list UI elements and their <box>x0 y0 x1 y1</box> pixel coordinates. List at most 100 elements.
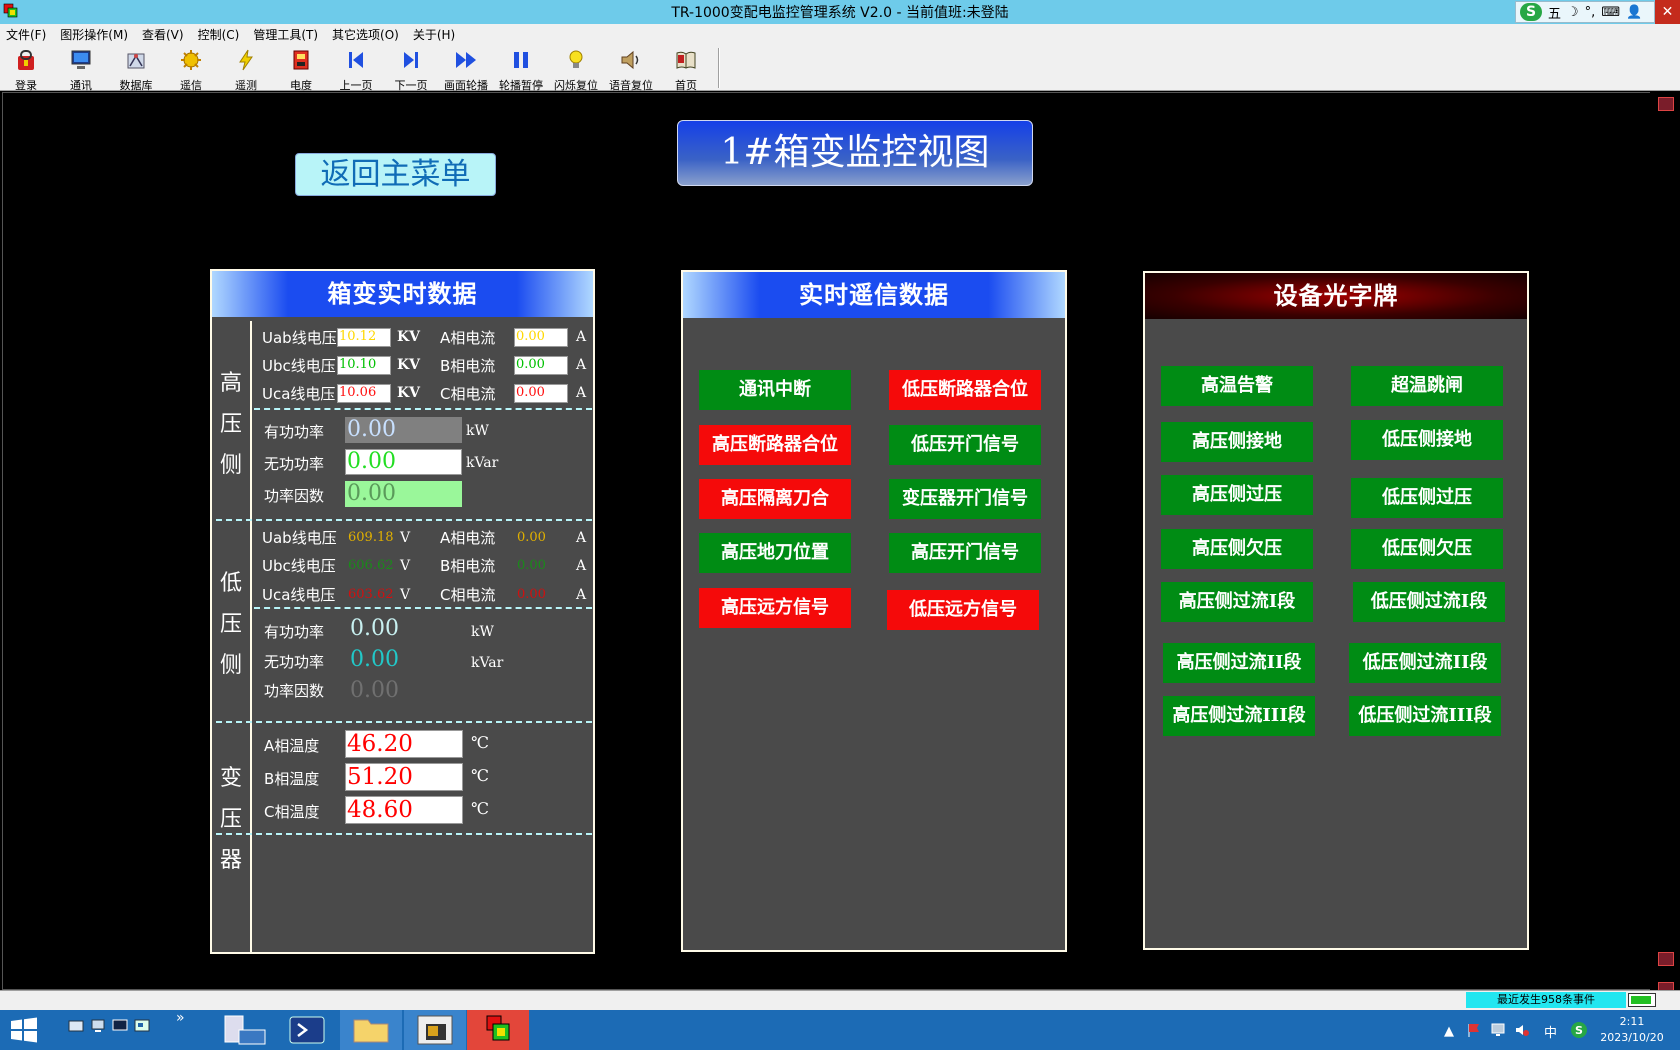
window-close-button[interactable]: ✕ <box>1655 0 1680 24</box>
comm-button[interactable]: 通讯 <box>55 46 107 92</box>
hv-power-factor-value: 0.00 <box>345 481 462 507</box>
telemetry-button[interactable]: 遥测 <box>220 46 272 92</box>
tray-overflow-arrow[interactable]: ▲ <box>1444 1024 1454 1039</box>
voice-reset-button[interactable]: 语音复位 <box>605 46 657 92</box>
powershell-icon[interactable] <box>276 1010 338 1050</box>
signal-hv-breaker-closed[interactable]: 高压断路器合位 <box>699 425 851 465</box>
signal-comm-interrupt[interactable]: 通讯中断 <box>699 370 851 410</box>
alarm-hv-ground[interactable]: 高压侧接地 <box>1161 422 1313 462</box>
tool-shortcut-icon[interactable] <box>134 1018 150 1034</box>
alarm-overtemp-trip[interactable]: 超温跳闸 <box>1351 366 1503 406</box>
input-method-indicator[interactable]: 中 <box>1544 1022 1557 1041</box>
previous-page-button[interactable]: 上一页 <box>330 46 382 92</box>
desktop-shortcut-icon[interactable] <box>68 1018 84 1034</box>
network-tray-icon[interactable] <box>1490 1022 1506 1038</box>
database-button[interactable]: 数据库 <box>110 46 162 92</box>
alarm-hv-overcurrent-2[interactable]: 高压侧过流II段 <box>1163 643 1315 683</box>
menu-view[interactable]: 查看(V) <box>142 26 184 43</box>
slideshow-pause-label: 轮播暂停 <box>499 79 543 92</box>
fast-forward-icon <box>456 52 476 68</box>
window-app-icon[interactable] <box>404 1010 466 1050</box>
flag-icon[interactable] <box>1658 97 1674 111</box>
divider <box>216 721 592 723</box>
lv-ib-value: 0.00 <box>517 558 546 573</box>
hv-active-power-label: 有功功率 <box>264 423 325 441</box>
back-to-main-menu-button[interactable]: 返回主菜单 <box>295 153 496 196</box>
slideshow-button[interactable]: 画面轮播 <box>440 46 492 92</box>
punctuation-icon[interactable]: °, <box>1585 5 1596 20</box>
half-width-icon[interactable]: ☽ <box>1567 5 1579 20</box>
lv-ic-unit: A <box>576 587 587 603</box>
signal-hv-door-open[interactable]: 高压开门信号 <box>889 533 1041 573</box>
menu-bar: 文件(F) 图形操作(M) 查看(V) 控制(C) 管理工具(T) 其它选项(O… <box>0 24 1680 44</box>
energy-button[interactable]: 电度 <box>275 46 327 92</box>
alarm-hv-overvoltage[interactable]: 高压侧过压 <box>1161 475 1313 515</box>
alarm-lv-overcurrent-3[interactable]: 低压侧过流III段 <box>1349 696 1501 736</box>
lv-side-label-2: 压 <box>219 612 242 637</box>
ime-mode-label[interactable]: 五 <box>1548 3 1561 22</box>
alarm-high-temp[interactable]: 高温告警 <box>1161 366 1313 406</box>
signal-hv-remote[interactable]: 高压远方信号 <box>699 588 851 628</box>
menu-control[interactable]: 控制(C) <box>198 26 240 43</box>
speaker-icon <box>621 50 639 70</box>
network-shortcut-icon[interactable] <box>90 1018 106 1034</box>
menu-other[interactable]: 其它选项(O) <box>332 26 399 43</box>
hv-side-label-3: 侧 <box>219 453 242 478</box>
sogou-ime-icon[interactable]: S <box>1520 3 1542 21</box>
lv-ic-value: 0.00 <box>517 587 546 602</box>
alarm-lv-undervoltage[interactable]: 低压侧欠压 <box>1351 529 1503 569</box>
tr1000-app-icon[interactable] <box>467 1010 529 1050</box>
tray-clock[interactable]: 2:11 2023/10/20 <box>1600 1014 1664 1046</box>
alarm-lv-overcurrent-2[interactable]: 低压侧过流II段 <box>1349 643 1501 683</box>
alarm-lv-overvoltage[interactable]: 低压侧过压 <box>1351 478 1503 518</box>
login-button[interactable]: 登录 <box>0 46 52 92</box>
realtime-data-panel: 箱变实时数据 高 压 侧 低 压 侧 变 压 器 Uab线电压 10.12 KV… <box>210 269 595 954</box>
hv-reactive-power-value: 0.00 <box>345 449 462 475</box>
signal-hv-earth-switch[interactable]: 高压地刀位置 <box>699 533 851 573</box>
sogou-tray-icon[interactable]: S <box>1570 1021 1588 1039</box>
keyboard-icon[interactable]: ⌨ <box>1601 5 1620 20</box>
lv-active-power-unit: kW <box>471 624 494 640</box>
alarm-lv-overcurrent-1[interactable]: 低压侧过流I段 <box>1353 582 1505 622</box>
signal-lv-remote[interactable]: 低压远方信号 <box>887 590 1039 630</box>
file-explorer-icon[interactable] <box>340 1010 402 1050</box>
next-page-button[interactable]: 下一页 <box>385 46 437 92</box>
signal-transformer-door-open[interactable]: 变压器开门信号 <box>889 479 1041 519</box>
menu-about[interactable]: 关于(H) <box>413 26 455 43</box>
temp-b-value: 51.20 <box>345 763 463 791</box>
flash-reset-button[interactable]: 闪烁复位 <box>550 46 602 92</box>
alarm-lv-ground[interactable]: 低压侧接地 <box>1351 420 1503 460</box>
alarm-hv-overcurrent-1[interactable]: 高压侧过流I段 <box>1161 582 1313 622</box>
divider <box>216 519 592 521</box>
annunciator-panel: 设备光字牌 高温告警 超温跳闸 高压侧接地 低压侧接地 高压侧过压 低压侧过压 … <box>1143 271 1529 950</box>
flag-icon[interactable] <box>1658 952 1674 966</box>
slideshow-pause-button[interactable]: 轮播暂停 <box>495 46 547 92</box>
menu-graphics[interactable]: 图形操作(M) <box>60 26 128 43</box>
lv-ubc-label: Ubc线电压 <box>262 557 336 575</box>
home-button[interactable]: 首页 <box>660 46 712 92</box>
volume-muted-icon[interactable] <box>1514 1022 1530 1038</box>
lv-ia-label: A相电流 <box>440 529 496 547</box>
menu-tools[interactable]: 管理工具(T) <box>253 26 318 43</box>
alarm-hv-overcurrent-3[interactable]: 高压侧过流III段 <box>1163 696 1315 736</box>
menu-file[interactable]: 文件(F) <box>6 26 46 43</box>
signal-lv-breaker-closed[interactable]: 低压断路器合位 <box>889 370 1041 410</box>
hv-ic-unit: A <box>576 385 587 401</box>
signal-lv-door-open[interactable]: 低压开门信号 <box>889 425 1041 465</box>
quicklaunch-overflow-chevron[interactable]: » <box>176 1010 185 1026</box>
remote-signal-button[interactable]: 遥信 <box>165 46 217 92</box>
user-icon[interactable]: 👤 <box>1626 5 1642 20</box>
login-label: 登录 <box>15 79 37 92</box>
temp-a-label: A相温度 <box>264 737 320 755</box>
comm-label: 通讯 <box>70 79 92 92</box>
signal-hv-isolator-closed[interactable]: 高压隔离刀合 <box>699 479 851 519</box>
alarm-hv-undervoltage[interactable]: 高压侧欠压 <box>1161 529 1313 569</box>
monitor-shortcut-icon[interactable] <box>112 1018 128 1034</box>
windows-start-icon[interactable] <box>10 1017 38 1043</box>
server-manager-icon[interactable] <box>215 1010 277 1050</box>
flag-tray-icon[interactable] <box>1466 1022 1482 1038</box>
ime-toolbar[interactable]: S 五 ☽ °, ⌨ 👤 <box>1515 1 1655 23</box>
home-label: 首页 <box>675 79 697 92</box>
event-count-indicator[interactable]: 最近发生958条事件 <box>1466 992 1626 1008</box>
hv-ib-value: 0.00 <box>514 356 568 375</box>
